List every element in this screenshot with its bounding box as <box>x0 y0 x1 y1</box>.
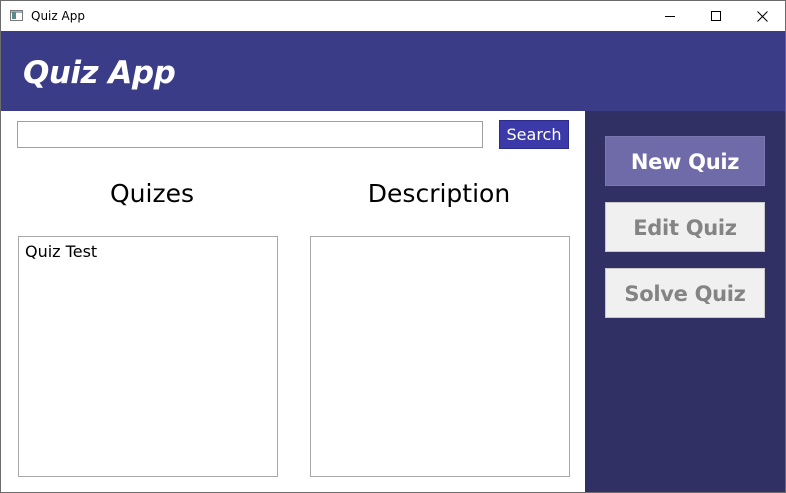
action-sidebar: New Quiz Edit Quiz Solve Quiz <box>585 111 785 492</box>
search-button[interactable]: Search <box>499 120 569 149</box>
main-content: Search Quizes Description Quiz Test <box>1 111 585 492</box>
new-quiz-button[interactable]: New Quiz <box>605 136 765 186</box>
description-heading: Description <box>367 179 511 208</box>
app-header: Quiz App <box>1 31 785 111</box>
minimize-icon <box>664 15 675 17</box>
description-text <box>311 237 569 245</box>
app-title: Quiz App <box>23 55 176 91</box>
quizzes-heading: Quizes <box>110 179 194 208</box>
description-box[interactable] <box>310 236 570 477</box>
list-item[interactable]: Quiz Test <box>19 237 277 267</box>
solve-quiz-button[interactable]: Solve Quiz <box>605 268 765 318</box>
window-title: Quiz App <box>31 9 85 23</box>
close-button[interactable] <box>739 1 785 31</box>
minimize-button[interactable] <box>647 1 693 31</box>
title-bar[interactable]: Quiz App <box>1 1 785 31</box>
quiz-list[interactable]: Quiz Test <box>18 236 278 477</box>
search-input[interactable] <box>17 121 483 148</box>
edit-quiz-button[interactable]: Edit Quiz <box>605 202 765 252</box>
app-icon <box>10 10 23 21</box>
maximize-button[interactable] <box>693 1 739 31</box>
close-icon <box>756 10 768 22</box>
app-window: Quiz App Quiz App Search Quizes Descript… <box>0 0 786 493</box>
maximize-icon <box>710 10 721 21</box>
